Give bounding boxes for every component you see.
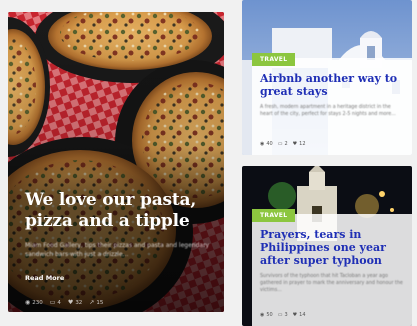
- likes-count[interactable]: ♥ 32: [68, 299, 82, 306]
- eye-icon: ◉: [260, 141, 265, 147]
- read-more-link[interactable]: Read More: [25, 274, 64, 282]
- heart-icon: ♥: [292, 141, 298, 147]
- feature-title-line-1[interactable]: We love our pasta,: [25, 190, 196, 210]
- feature-title-line-2[interactable]: pizza and a tipple: [25, 211, 190, 231]
- comments-value: 2: [284, 141, 288, 147]
- card-text-panel: TRAVEL Prayers, tears in Philippines one…: [252, 209, 412, 326]
- eye-icon: ◉: [25, 299, 31, 306]
- feature-excerpt: Miam Food Gallery, tips their pizzas and…: [25, 242, 210, 258]
- post-card-philippines[interactable]: TRAVEL Prayers, tears in Philippines one…: [242, 166, 412, 326]
- likes-count[interactable]: ♥ 12: [293, 141, 306, 147]
- heart-icon: ♥: [292, 312, 298, 318]
- likes-count[interactable]: ♥ 14: [293, 312, 306, 318]
- card-title[interactable]: Airbnb another way to great stays: [260, 72, 404, 98]
- category-badge[interactable]: TRAVEL: [252, 209, 296, 222]
- likes-value: 12: [299, 141, 306, 147]
- views-count: ◉ 50: [260, 312, 273, 318]
- views-value: 230: [32, 299, 43, 306]
- card-meta: ◉ 40 ▭ 2 ♥ 12: [260, 141, 306, 147]
- page: We love our pasta, pizza and a tipple Mi…: [0, 0, 417, 326]
- comment-icon: ▭: [277, 312, 283, 318]
- views-value: 50: [266, 312, 273, 318]
- views-count: ◉ 230: [25, 299, 43, 306]
- image-overlay: [8, 12, 224, 312]
- post-card-airbnb[interactable]: TRAVEL Airbnb another way to great stays…: [242, 0, 412, 155]
- views-value: 40: [266, 141, 273, 147]
- comments-value: 3: [284, 312, 288, 318]
- category-badge[interactable]: TRAVEL: [252, 53, 296, 66]
- feature-post-card[interactable]: We love our pasta, pizza and a tipple Mi…: [8, 12, 224, 312]
- likes-value: 32: [75, 299, 83, 306]
- card-text-panel: TRAVEL Airbnb another way to great stays…: [252, 53, 412, 155]
- comments-count[interactable]: ▭ 3: [278, 312, 288, 318]
- shares-count[interactable]: ↗ 15: [89, 299, 103, 306]
- comments-count[interactable]: ▭ 2: [278, 141, 288, 147]
- likes-value: 14: [299, 312, 306, 318]
- heart-icon: ♥: [67, 299, 74, 306]
- shares-value: 15: [96, 299, 104, 306]
- comments-count[interactable]: ▭ 4: [50, 299, 61, 306]
- comment-icon: ▭: [277, 141, 283, 147]
- comments-value: 4: [57, 299, 61, 306]
- feature-meta: ◉ 230 ▭ 4 ♥ 32 ↗ 15: [25, 299, 103, 306]
- views-count: ◉ 40: [260, 141, 273, 147]
- feature-title[interactable]: We love our pasta, pizza and a tipple: [25, 190, 210, 232]
- card-title[interactable]: Prayers, tears in Philippines one year a…: [260, 228, 404, 267]
- eye-icon: ◉: [260, 312, 265, 318]
- comment-icon: ▭: [49, 299, 56, 306]
- card-excerpt: A fresh, modern apartment in a heritage …: [260, 105, 396, 117]
- share-icon: ↗: [89, 299, 95, 306]
- card-excerpt: Survivors of the typhoon that hit Taclob…: [260, 274, 403, 293]
- card-meta: ◉ 50 ▭ 3 ♥ 14: [260, 312, 306, 318]
